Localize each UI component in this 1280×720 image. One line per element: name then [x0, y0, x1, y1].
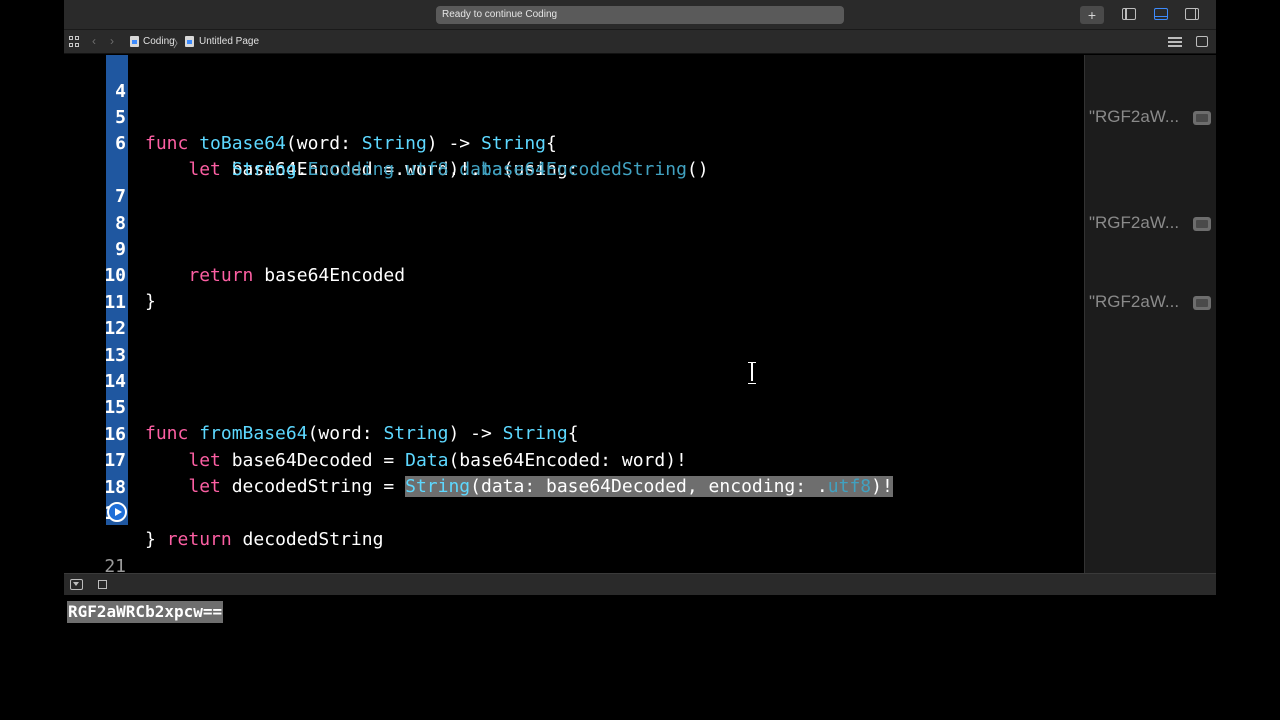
page-file-icon — [185, 36, 194, 47]
code-line[interactable]: 8 — [64, 185, 1084, 234]
code-line[interactable]: 22 — [64, 554, 1084, 573]
add-editor-icon[interactable] — [1196, 36, 1208, 47]
navigator-toggle-icon[interactable] — [1122, 8, 1136, 20]
text-cursor-icon — [747, 362, 757, 384]
code-line[interactable]: 9 return base64Encoded — [64, 211, 1084, 286]
activity-status: Ready to continue Coding — [436, 6, 844, 24]
code-line[interactable]: 10 } — [64, 237, 1084, 312]
xcode-playground-window: Ready to continue Coding + ‹ › Coding 〉 … — [64, 0, 1216, 720]
hide-debug-area-icon[interactable] — [70, 579, 83, 590]
code-line[interactable]: 12 — [64, 290, 1084, 339]
results-sidebar: "RGF2aW... "RGF2aW... "RGF2aW... — [1084, 55, 1216, 573]
code-line[interactable]: String.Encoding.utf8)!.base64EncodedStri… — [64, 131, 1084, 180]
code-line[interactable]: 21 — [64, 528, 1084, 573]
quick-look-icon[interactable] — [1193, 296, 1211, 310]
playground-file-icon — [130, 36, 139, 47]
code-line[interactable]: } — [64, 501, 1084, 550]
debug-bar — [64, 573, 1216, 595]
result-value: "RGF2aW... — [1089, 213, 1180, 232]
result-item[interactable]: "RGF2aW... — [1089, 107, 1215, 127]
forward-arrow-icon[interactable]: › — [110, 34, 114, 48]
stop-icon[interactable] — [98, 580, 107, 589]
console-output[interactable]: RGF2aWRCb2xpcw== — [67, 601, 224, 623]
result-value: "RGF2aW... — [1089, 107, 1180, 126]
code-line[interactable]: 18 — [64, 449, 1084, 498]
code-line[interactable]: 6 let base64Encoded = word.data(using: — [64, 105, 1084, 180]
breadcrumb-coding[interactable]: Coding — [143, 36, 175, 47]
code-line[interactable]: 19 return decodedString — [64, 475, 1084, 550]
code-line[interactable]: 7 — [64, 158, 1084, 207]
result-item[interactable]: "RGF2aW... — [1089, 292, 1215, 312]
related-items-grid-icon[interactable] — [69, 36, 80, 47]
code-line[interactable]: 5 func toBase64(word: String) -> String{ — [64, 79, 1084, 154]
code-line[interactable]: 15 func fromBase64(word: String) -> Stri… — [64, 369, 1084, 444]
result-value: "RGF2aW... — [1089, 292, 1180, 311]
add-library-button[interactable]: + — [1080, 6, 1104, 24]
breadcrumb-untitled-page[interactable]: Untitled Page — [199, 36, 259, 47]
code-editor[interactable]: 4 5 func toBase64(word: String) -> Strin… — [64, 55, 1084, 573]
code-line[interactable]: 17 let decodedString = String(data: base… — [64, 422, 1084, 497]
code-line[interactable]: 11 — [64, 264, 1084, 313]
code-line[interactable]: 16 let base64Decoded = Data(base64Encode… — [64, 396, 1084, 471]
jump-bar: ‹ › Coding 〉 Untitled Page — [64, 30, 1216, 54]
back-arrow-icon[interactable]: ‹ — [92, 34, 96, 48]
inspector-toggle-icon[interactable] — [1185, 8, 1199, 20]
code-line[interactable]: 13 — [64, 317, 1084, 366]
breadcrumb-separator: 〉 — [173, 38, 184, 50]
code-line[interactable]: 4 — [64, 55, 1084, 102]
title-bar: Ready to continue Coding + — [64, 0, 1216, 30]
run-to-line-icon[interactable] — [107, 502, 127, 522]
result-item[interactable]: "RGF2aW... — [1089, 213, 1215, 233]
quick-look-icon[interactable] — [1193, 111, 1211, 125]
console-area[interactable]: RGF2aWRCb2xpcw== — [64, 595, 1216, 720]
debug-area-toggle-icon[interactable] — [1154, 8, 1168, 20]
code-line[interactable]: 14 — [64, 343, 1084, 392]
quick-look-icon[interactable] — [1193, 217, 1211, 231]
editor-options-icon[interactable] — [1168, 37, 1182, 47]
